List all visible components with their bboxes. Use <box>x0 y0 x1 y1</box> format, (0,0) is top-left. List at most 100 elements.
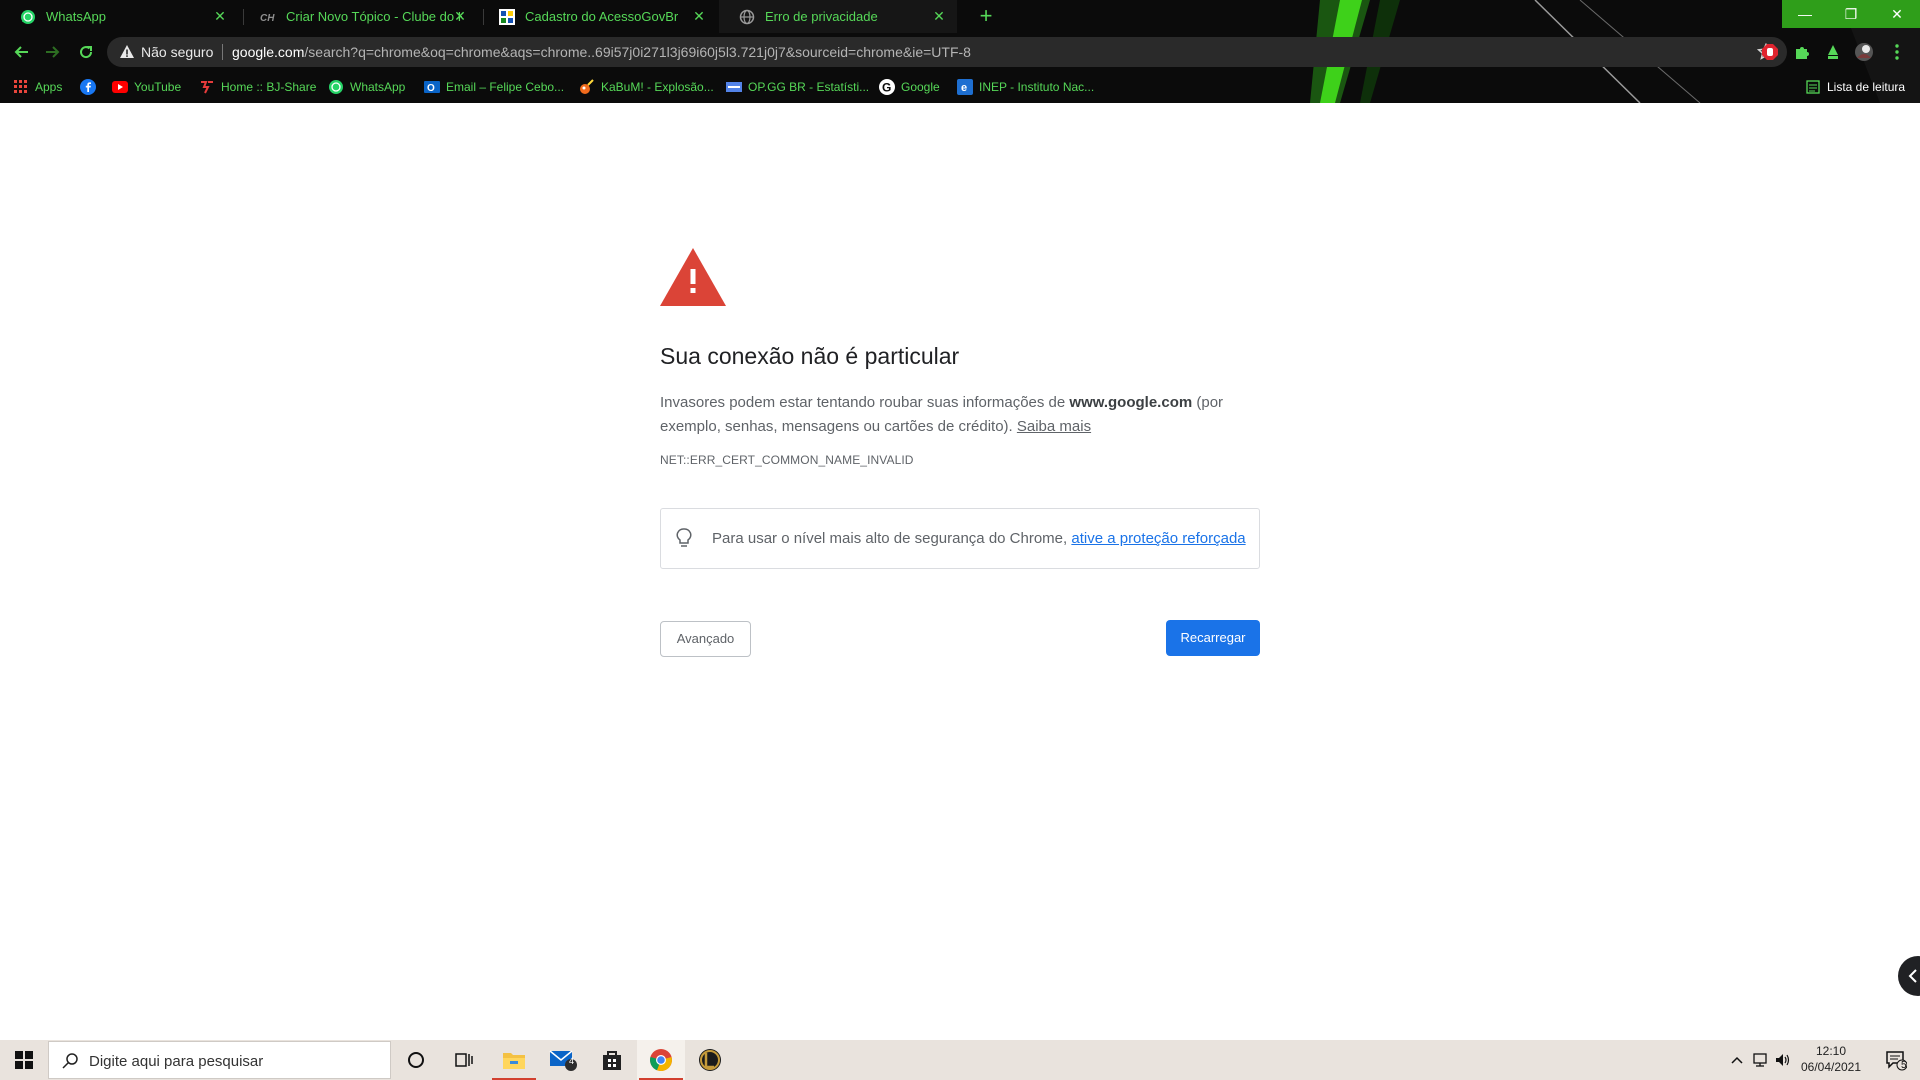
new-tab-button[interactable]: + <box>974 5 998 29</box>
bookmark-label: OP.GG BR - Estatísti... <box>748 80 870 94</box>
extension-figure-icon[interactable] <box>1823 42 1843 62</box>
whatsapp-icon <box>20 9 36 25</box>
league-of-legends-icon <box>699 1049 721 1071</box>
show-hidden-icons-button[interactable] <box>1728 1051 1746 1069</box>
svg-text:CH: CH <box>260 13 275 24</box>
bookmark-facebook[interactable] <box>80 78 102 96</box>
url-host: google.com <box>232 44 305 60</box>
chevron-up-icon <box>1731 1056 1743 1064</box>
store-bag-icon <box>603 1051 621 1070</box>
outlook-icon: O <box>424 79 440 95</box>
enhanced-protection-text: Para usar o nível mais alto de segurança… <box>712 530 1246 547</box>
chrome-icon <box>650 1049 672 1072</box>
learn-more-link[interactable]: Saiba mais <box>1017 418 1091 435</box>
extensions-puzzle-icon[interactable] <box>1792 42 1812 62</box>
tab-erro-de-privacidade[interactable]: Erro de privacidade ✕ <box>719 0 957 33</box>
tab-title: Criar Novo Tópico - Clube do Ha <box>286 9 462 24</box>
search-icon <box>62 1053 78 1069</box>
bookmark-youtube[interactable]: YouTube <box>112 78 181 96</box>
svg-text:G: G <box>882 81 891 95</box>
start-button[interactable] <box>0 1040 48 1080</box>
globe-icon <box>739 9 755 25</box>
tab-strip: WhatsApp ✕ CH Criar Novo Tópico - Clube … <box>0 0 1780 33</box>
page-content: Sua conexão não é particular Invasores p… <box>0 103 1920 1040</box>
taskbar-league-client[interactable] <box>686 1040 734 1080</box>
youtube-icon <box>112 79 128 95</box>
cortana-button[interactable] <box>392 1040 440 1080</box>
mail-icon <box>549 1050 577 1071</box>
bookmark-whatsapp[interactable]: WhatsApp <box>328 78 405 96</box>
bookmark-apps[interactable]: Apps <box>13 78 62 96</box>
reload-browser-button[interactable] <box>72 38 100 66</box>
security-status-label[interactable]: Não seguro <box>141 44 213 60</box>
reading-list-button[interactable]: Lista de leitura <box>1805 78 1905 96</box>
opgg-icon <box>726 79 742 95</box>
volume-tray-button[interactable] <box>1774 1051 1792 1069</box>
taskbar-chrome[interactable] <box>637 1040 685 1080</box>
windows-taskbar: Digite aqui para pesquisar 4 12:10 06/04… <box>0 1040 1920 1080</box>
svg-text:e: e <box>961 82 967 94</box>
bookmark-inep[interactable]: e INEP - Instituto Nac... <box>957 78 1094 96</box>
search-placeholder: Digite aqui para pesquisar <box>89 1053 264 1070</box>
taskbar-search-input[interactable]: Digite aqui para pesquisar <box>48 1041 391 1079</box>
taskbar-file-explorer[interactable] <box>490 1040 538 1080</box>
govbr-icon <box>499 8 515 25</box>
restore-button[interactable]: ❐ <box>1828 0 1874 28</box>
tab-whatsapp[interactable]: WhatsApp ✕ <box>0 0 238 33</box>
close-icon[interactable]: ✕ <box>691 8 707 24</box>
explanation-text: Invasores podem estar tentando roubar su… <box>660 394 1070 411</box>
adblock-extension-icon[interactable] <box>1760 42 1780 62</box>
tab-clube-hardware[interactable]: CH Criar Novo Tópico - Clube do Ha ✕ <box>240 0 478 33</box>
reload-icon <box>80 46 93 59</box>
task-view-button[interactable] <box>440 1040 488 1080</box>
omnibox-divider <box>222 44 223 60</box>
advanced-button[interactable]: Avançado <box>660 621 751 657</box>
browser-toolbar: Não seguro google.com/search?q=chrome&oq… <box>0 33 1920 71</box>
address-bar[interactable]: Não seguro google.com/search?q=chrome&oq… <box>107 37 1787 67</box>
bjshare-icon <box>199 79 215 95</box>
bookmark-label: WhatsApp <box>350 80 406 94</box>
facebook-icon <box>80 79 96 95</box>
network-icon <box>1753 1053 1767 1067</box>
bookmark-label: Home :: BJ-Share <box>221 80 317 94</box>
close-icon[interactable]: ✕ <box>212 8 228 24</box>
tab-title: Erro de privacidade <box>765 9 878 24</box>
error-explanation: Invasores podem estar tentando roubar su… <box>660 391 1250 439</box>
browser-frame: WhatsApp ✕ CH Criar Novo Tópico - Clube … <box>0 0 1920 103</box>
bookmark-kabum[interactable]: KaBuM! - Explosão... <box>579 78 714 96</box>
tab-title: WhatsApp <box>46 9 106 24</box>
reload-page-button[interactable]: Recarregar <box>1166 620 1260 656</box>
bookmark-google[interactable]: G Google <box>879 78 940 96</box>
tab-acessogovbr[interactable]: Cadastro do AcessoGovBr ✕ <box>479 0 717 33</box>
bookmark-label: YouTube <box>134 80 182 94</box>
bookmark-opgg[interactable]: OP.GG BR - Estatísti... <box>726 78 869 96</box>
reading-list-label: Lista de leitura <box>1827 80 1906 94</box>
tab-title: Cadastro do AcessoGovBr <box>525 9 679 24</box>
taskbar-mail[interactable]: 4 <box>540 1040 588 1080</box>
whatsapp-icon <box>328 79 344 95</box>
bookmark-bjshare[interactable]: Home :: BJ-Share <box>199 78 316 96</box>
back-button[interactable] <box>8 38 36 66</box>
close-icon[interactable]: ✕ <box>452 8 468 24</box>
url-text[interactable]: google.com/search?q=chrome&oq=chrome&aqs… <box>232 44 971 60</box>
side-panel-handle[interactable] <box>1898 956 1920 996</box>
bookmark-label: Google <box>901 80 940 94</box>
taskbar-store[interactable] <box>588 1040 636 1080</box>
chevron-left-icon <box>1908 969 1917 983</box>
forward-button[interactable] <box>38 38 66 66</box>
not-secure-warning-icon[interactable] <box>119 44 135 60</box>
windows-logo-icon <box>15 1051 33 1069</box>
profile-avatar[interactable] <box>1854 42 1874 62</box>
back-arrow-icon <box>14 46 28 58</box>
close-icon[interactable]: ✕ <box>931 8 947 24</box>
taskbar-clock[interactable]: 12:10 06/04/2021 <box>1792 1043 1870 1075</box>
inep-icon: e <box>957 79 973 95</box>
network-tray-button[interactable] <box>1751 1051 1769 1069</box>
action-center-button[interactable]: 5 <box>1872 1040 1920 1080</box>
bookmark-email[interactable]: O Email – Felipe Cebo... <box>424 78 564 96</box>
minimize-button[interactable]: — <box>1782 0 1828 28</box>
close-window-button[interactable]: ✕ <box>1874 0 1920 28</box>
browser-menu-icon[interactable] <box>1887 42 1907 62</box>
error-code[interactable]: NET::ERR_CERT_COMMON_NAME_INVALID <box>660 453 914 467</box>
enable-enhanced-protection-link[interactable]: ative a proteção reforçada <box>1071 530 1245 547</box>
